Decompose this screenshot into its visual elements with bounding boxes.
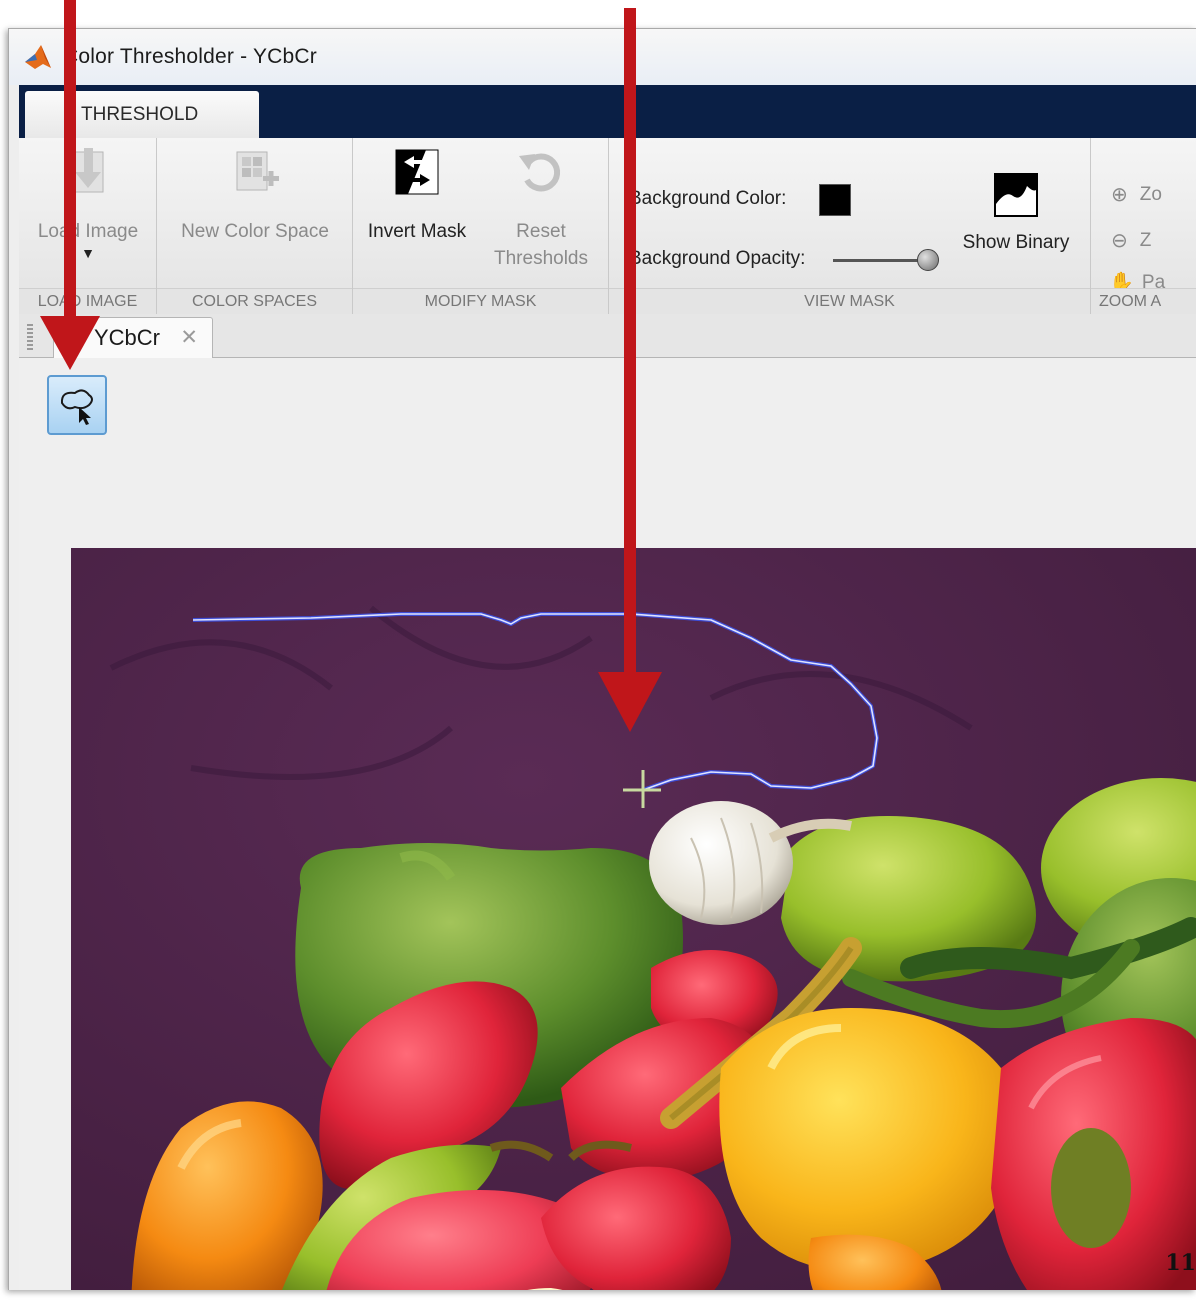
- load-image-section: Load Image ▼ LOAD IMAGE: [19, 138, 157, 314]
- close-icon[interactable]: ✕: [180, 318, 198, 358]
- opacity-slider-track[interactable]: [833, 259, 927, 262]
- reset-icon: [519, 153, 561, 192]
- color-spaces-section-label: COLOR SPACES: [157, 288, 352, 314]
- peppers-image[interactable]: [71, 548, 1196, 1290]
- new-color-space-label: New Color Space: [181, 221, 329, 242]
- invert-mask-label: Invert Mask: [367, 221, 467, 242]
- title-bar: Color Thresholder - YCbCr: [9, 29, 1196, 85]
- new-color-space-icon: [236, 151, 279, 191]
- page-number: 11: [1165, 1250, 1196, 1276]
- zoom-section: ⊕ Zo ⊖ Z ✋ Pa ZOOM A: [1091, 138, 1196, 314]
- new-color-space-button[interactable]: New Color Space: [157, 146, 353, 245]
- view-mask-section: Background Color: Background Opacity: Sh…: [609, 138, 1091, 314]
- load-image-button[interactable]: Load Image ▼: [19, 146, 157, 261]
- show-binary-button[interactable]: Show Binary: [961, 172, 1071, 254]
- tab-grip-handle[interactable]: [27, 324, 33, 350]
- document-tab-bar: YCbCr ✕: [19, 314, 1196, 359]
- background-color-label: Background Color:: [629, 188, 787, 209]
- modify-mask-section: Invert Mask Reset Thresholds MODIFY MASK: [353, 138, 609, 314]
- chevron-down-icon[interactable]: ▼: [19, 245, 157, 261]
- tab-ycbcr-label: YCbCr: [94, 325, 161, 350]
- freehand-roi-icon: [60, 389, 93, 425]
- ribbon-toolstrip: Load Image ▼ LOAD IMAGE New Color Space …: [19, 138, 1196, 314]
- peppers-image-axes[interactable]: [71, 548, 1196, 1290]
- zoom-in-icon: ⊕: [1111, 184, 1128, 206]
- reset-label-line1: Reset: [516, 221, 566, 242]
- matlab-logo-icon: [25, 45, 51, 69]
- load-image-section-label: LOAD IMAGE: [19, 288, 156, 314]
- invert-mask-button[interactable]: Invert Mask: [357, 146, 477, 245]
- color-thresholder-window: Color Thresholder - YCbCr THRESHOLD Load…: [8, 28, 1196, 1290]
- zoom-out-icon: ⊖: [1111, 230, 1128, 252]
- zoom-out-button[interactable]: ⊖ Z: [1111, 228, 1151, 253]
- background-opacity-label: Background Opacity:: [629, 248, 806, 269]
- color-spaces-section: New Color Space COLOR SPACES: [157, 138, 353, 314]
- tab-ycbcr[interactable]: YCbCr ✕: [53, 317, 213, 359]
- view-mask-section-label: VIEW MASK: [609, 288, 1090, 314]
- modify-mask-section-label: MODIFY MASK: [353, 288, 608, 314]
- background-color-fill: [820, 185, 850, 215]
- binary-mask-icon: [994, 173, 1038, 217]
- zoom-in-button[interactable]: ⊕ Zo: [1111, 182, 1162, 207]
- load-image-label: Load Image: [37, 221, 139, 242]
- background-color-swatch[interactable]: [819, 184, 851, 216]
- zoom-in-label: Zo: [1139, 183, 1162, 205]
- load-image-icon: [72, 148, 104, 193]
- reset-label-line2: Thresholds: [494, 248, 588, 269]
- show-binary-label: Show Binary: [962, 232, 1070, 253]
- invert-mask-icon: [395, 149, 439, 195]
- document-area: [19, 358, 1196, 1290]
- tab-threshold[interactable]: THRESHOLD: [25, 91, 259, 138]
- freehand-roi-button[interactable]: [47, 375, 107, 435]
- opacity-slider-handle[interactable]: [917, 249, 939, 271]
- window-title: Color Thresholder - YCbCr: [63, 45, 317, 68]
- reset-thresholds-button[interactable]: Reset Thresholds: [481, 146, 601, 272]
- zoom-out-label: Z: [1139, 229, 1152, 251]
- zoom-section-label: ZOOM A: [1091, 288, 1196, 314]
- ribbon-tab-strip: THRESHOLD: [19, 85, 1196, 138]
